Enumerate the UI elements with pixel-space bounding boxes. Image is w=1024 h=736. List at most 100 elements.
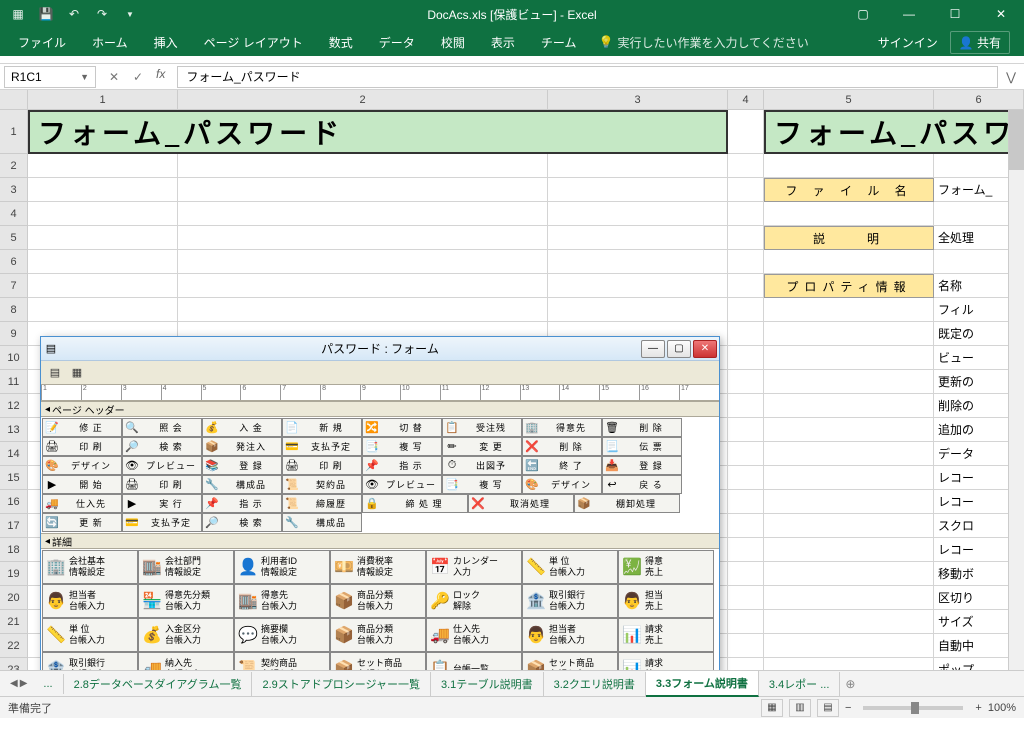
form-button[interactable]: 🚚仕入先 [42, 494, 122, 513]
form-button[interactable]: 🏢得意先 [522, 418, 602, 437]
cell[interactable] [28, 178, 178, 202]
form-detail-button[interactable]: 📊請求売上 [618, 618, 714, 652]
form-button[interactable]: 🎨デザイン [42, 456, 122, 475]
form-detail-button[interactable]: 📦セット商品台帳入力 [330, 652, 426, 670]
tab-file[interactable]: ファイル [6, 30, 78, 55]
cell[interactable] [548, 298, 728, 322]
cell[interactable] [28, 154, 178, 178]
cell[interactable] [764, 538, 934, 562]
col-header[interactable]: 1 [28, 90, 178, 109]
cell[interactable] [178, 298, 548, 322]
cell[interactable] [728, 322, 764, 346]
row-header[interactable]: 9 [0, 322, 28, 346]
form-detail-button[interactable]: 👨担当者台帳入力 [522, 618, 618, 652]
row-header[interactable]: 1 [0, 110, 28, 154]
form-detail-button[interactable]: 📦商品分類台帳入力 [330, 584, 426, 618]
form-close-icon[interactable]: ✕ [693, 340, 717, 358]
cell[interactable] [764, 634, 934, 658]
row-header[interactable]: 17 [0, 514, 28, 538]
formula-expand-icon[interactable]: ⋁ [1002, 70, 1020, 84]
row-header[interactable]: 8 [0, 298, 28, 322]
form-button[interactable]: 📦発注入 [202, 437, 282, 456]
cell[interactable] [728, 226, 764, 250]
form-button[interactable]: 📜締履歴 [282, 494, 362, 513]
cell[interactable] [764, 418, 934, 442]
form-detail-button[interactable]: 👤利用者ID情報設定 [234, 550, 330, 584]
form-detail-button[interactable]: 🏦取引銀行台帳入力 [522, 584, 618, 618]
cell[interactable] [728, 586, 764, 610]
form-button[interactable]: 📦棚卸処理 [574, 494, 680, 513]
cell[interactable] [548, 154, 728, 178]
row-header[interactable]: 16 [0, 490, 28, 514]
cell[interactable] [764, 370, 934, 394]
form-button[interactable]: ⏱出図予 [442, 456, 522, 475]
form-button[interactable]: 📋受注残 [442, 418, 522, 437]
form-button[interactable]: 📌指 示 [362, 456, 442, 475]
cell[interactable] [728, 346, 764, 370]
cell[interactable] [764, 202, 934, 226]
cell[interactable] [764, 658, 934, 670]
row-header[interactable]: 12 [0, 394, 28, 418]
cell[interactable] [764, 586, 934, 610]
form-button[interactable]: 🎨デザイン [522, 475, 602, 494]
chevron-down-icon[interactable]: ▼ [80, 72, 89, 82]
cell[interactable] [178, 226, 548, 250]
form-detail-button[interactable]: 📅カレンダー入力 [426, 550, 522, 584]
row-header[interactable]: 14 [0, 442, 28, 466]
cancel-formula-icon[interactable]: ✕ [104, 67, 124, 87]
cell[interactable] [764, 490, 934, 514]
cell[interactable] [764, 154, 934, 178]
form-detail-button[interactable]: 👨担当者台帳入力 [42, 584, 138, 618]
zoom-in-icon[interactable]: + [975, 702, 981, 714]
form-detail-button[interactable]: 👨担当売上 [618, 584, 714, 618]
cell[interactable] [764, 250, 934, 274]
add-sheet-icon[interactable]: ⊕ [840, 677, 860, 691]
row-header[interactable]: 11 [0, 370, 28, 394]
cell[interactable] [728, 514, 764, 538]
row-header[interactable]: 7 [0, 274, 28, 298]
signin-link[interactable]: サインイン [878, 34, 938, 51]
cell[interactable]: プロパティ情報 [764, 274, 934, 298]
sheet-tab-more[interactable]: ... [33, 674, 63, 694]
form-button[interactable]: 👁プレビュー [122, 456, 202, 475]
toolbar-btn[interactable]: ▤ [45, 363, 65, 383]
cell[interactable] [28, 298, 178, 322]
cell[interactable] [178, 178, 548, 202]
row-header[interactable]: 15 [0, 466, 28, 490]
sheet-tab[interactable]: 3.4レポー ... [759, 672, 841, 696]
tab-home[interactable]: ホーム [80, 30, 140, 55]
form-button[interactable]: 📥登 録 [602, 456, 682, 475]
sheet-tab[interactable]: 2.9ストアドプロシージャー一覧 [252, 672, 431, 696]
sheet-tab[interactable]: 3.1テーブル説明書 [431, 672, 544, 696]
tab-layout[interactable]: ページ レイアウト [192, 30, 315, 55]
toolbar-btn[interactable]: ▦ [67, 363, 87, 383]
share-button[interactable]: 👤 共有 [950, 31, 1010, 54]
cell[interactable] [728, 490, 764, 514]
form-detail-button[interactable]: 📏単 位台帳入力 [42, 618, 138, 652]
row-header[interactable]: 4 [0, 202, 28, 226]
row-header[interactable]: 21 [0, 610, 28, 634]
row-header[interactable]: 19 [0, 562, 28, 586]
cell[interactable] [764, 466, 934, 490]
form-detail-button[interactable]: 📦商品分類台帳入力 [330, 618, 426, 652]
row-header[interactable]: 13 [0, 418, 28, 442]
cell[interactable] [178, 154, 548, 178]
form-detail-button[interactable]: 📜契約商品台帳入力 [234, 652, 330, 670]
form-detail-button[interactable]: 📋台帳一覧 [426, 652, 522, 670]
close-icon[interactable]: ✕ [978, 0, 1024, 28]
form-button[interactable]: 👁プレビュー [362, 475, 442, 494]
tab-view[interactable]: 表示 [479, 30, 527, 55]
cell[interactable] [28, 274, 178, 298]
enter-formula-icon[interactable]: ✓ [128, 67, 148, 87]
form-button[interactable]: 📝修 正 [42, 418, 122, 437]
name-box[interactable]: R1C1▼ [4, 66, 96, 88]
row-header[interactable]: 18 [0, 538, 28, 562]
cell[interactable] [764, 298, 934, 322]
tab-review[interactable]: 校閲 [429, 30, 477, 55]
form-button[interactable]: 📃伝 票 [602, 437, 682, 456]
view-pagebreak-icon[interactable]: ▤ [817, 699, 839, 717]
form-button[interactable]: 📑複 写 [362, 437, 442, 456]
form-button[interactable]: 🖨印 刷 [122, 475, 202, 494]
cell[interactable] [728, 110, 764, 154]
form-button[interactable]: 📚登 録 [202, 456, 282, 475]
